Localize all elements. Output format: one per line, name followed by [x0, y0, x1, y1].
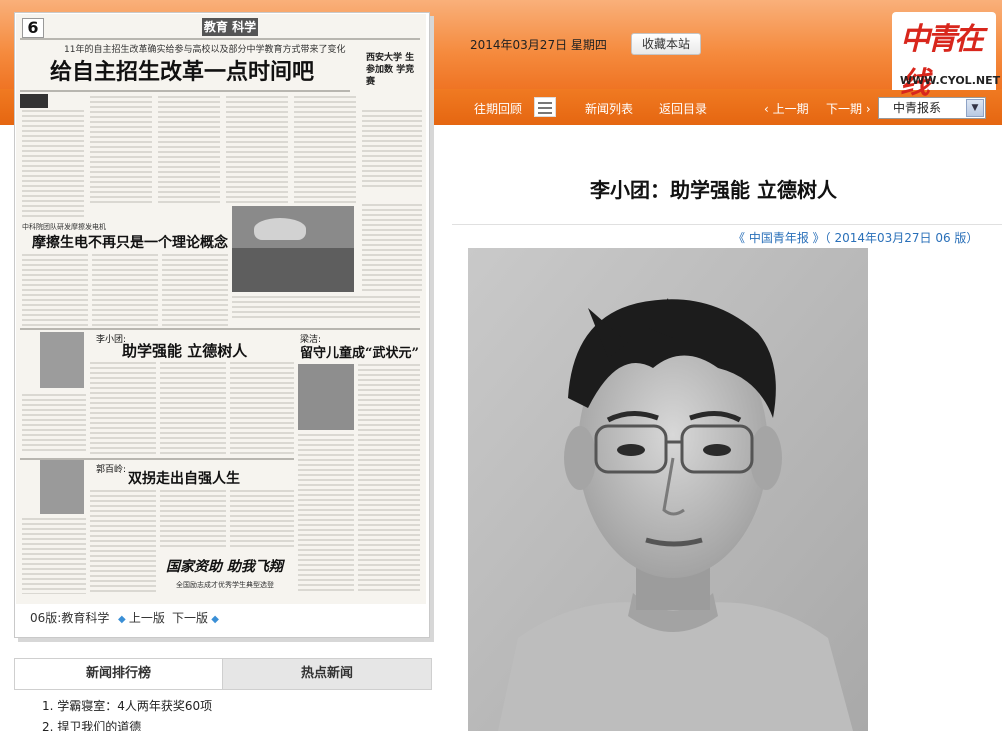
paper-photo	[232, 206, 354, 292]
tab-hot-news[interactable]: 热点新闻	[223, 659, 431, 689]
nav-prev-issue[interactable]: ‹ 上一期	[764, 100, 809, 117]
nav-prev-label: 上一期	[772, 102, 809, 116]
paper-portrait-3	[40, 460, 84, 514]
list-item-number: 1.	[42, 699, 54, 713]
nav-next-label: 下一期	[826, 102, 863, 116]
paper-portrait-1	[40, 332, 84, 388]
nav-history[interactable]: 往期回顾	[474, 100, 522, 117]
arrow-right-icon: ◆	[208, 614, 219, 625]
paper-select[interactable]: 中青报系 ▼	[878, 97, 986, 119]
nav-news-list[interactable]: 新闻列表	[585, 100, 633, 117]
paper-portrait-2	[298, 364, 354, 430]
article-photo	[468, 248, 868, 731]
byline-badge	[20, 94, 48, 108]
list-item-text: 捍卫我们的道德	[57, 720, 142, 731]
nav-next-issue[interactable]: 下一期 ›	[826, 100, 871, 117]
paper-select-value: 中青报系	[893, 101, 942, 115]
list-item-text: 学霸寝室：4人两年获奖60项	[57, 699, 213, 713]
prev-page-link[interactable]: ◆ 上一版	[118, 609, 165, 626]
page-number-box: 6	[22, 18, 44, 38]
paper-side-headline: 西安大学 生参加数 学竞赛	[366, 53, 415, 87]
paper-bottom-slogan: 国家资助 助我飞翔	[166, 559, 283, 575]
next-page-label: 下一版	[172, 611, 209, 625]
grid-icon[interactable]	[534, 97, 556, 117]
paper-bottom-caption: 全国励志成才优秀学生典型选登	[176, 581, 274, 589]
prev-page-label: 上一版	[128, 611, 165, 625]
next-page-link[interactable]: 下一版 ◆	[172, 609, 219, 626]
portrait-illustration	[468, 248, 868, 731]
date-display: 2014年03月27日 星期四	[470, 38, 607, 52]
site-logo[interactable]: 中青在线 WWW.CYOL.NET	[892, 12, 1000, 101]
logo-text: 中青在线	[900, 22, 984, 101]
list-item-number: 2.	[42, 720, 54, 731]
article-divider	[452, 224, 1002, 225]
chevron-right-icon: ›	[862, 102, 871, 116]
chevron-left-icon: ‹	[764, 102, 773, 116]
page-label: 06版:教育科学	[30, 611, 110, 625]
list-item[interactable]: 1. 学霸寝室：4人两年获奖60项	[42, 697, 212, 714]
article-meta[interactable]: 《 中国青年报 》（ 2014年03月27日 06 版）	[733, 229, 978, 246]
paper-feature-3-name: 郭百岭:	[96, 465, 127, 475]
paper-headline: 给自主招生改革一点时间吧	[50, 59, 315, 85]
paper-feature-2-title: 留守儿童成“武状元”	[300, 346, 419, 361]
article-title: 李小团：助学强能 立德树人	[590, 178, 837, 202]
chevron-down-icon: ▼	[966, 99, 984, 117]
section-title: 教育 科学	[202, 18, 258, 36]
paper-feature-3-title: 双拐走出自强人生	[128, 471, 240, 487]
tab-news-ranking[interactable]: 新闻排行榜	[15, 659, 223, 689]
paper-mid-headline: 摩擦生电不再只是一个理论概念	[32, 235, 228, 251]
news-tabs: 新闻排行榜 热点新闻	[14, 658, 432, 690]
paper-feature-1-title: 助学强能 立德树人	[122, 342, 248, 360]
bookmark-button[interactable]: 收藏本站	[631, 33, 701, 55]
newspaper-page[interactable]: 6 教育 科学 11年的自主招生改革确实给参与高校以及部分中学教育方式带来了变化…	[16, 14, 426, 604]
logo-url: WWW.CYOL.NET	[900, 74, 1001, 87]
list-item[interactable]: 2. 捍卫我们的道德	[42, 718, 141, 731]
nav-back-to-index[interactable]: 返回目录	[659, 100, 707, 117]
arrow-left-icon: ◆	[118, 614, 129, 625]
